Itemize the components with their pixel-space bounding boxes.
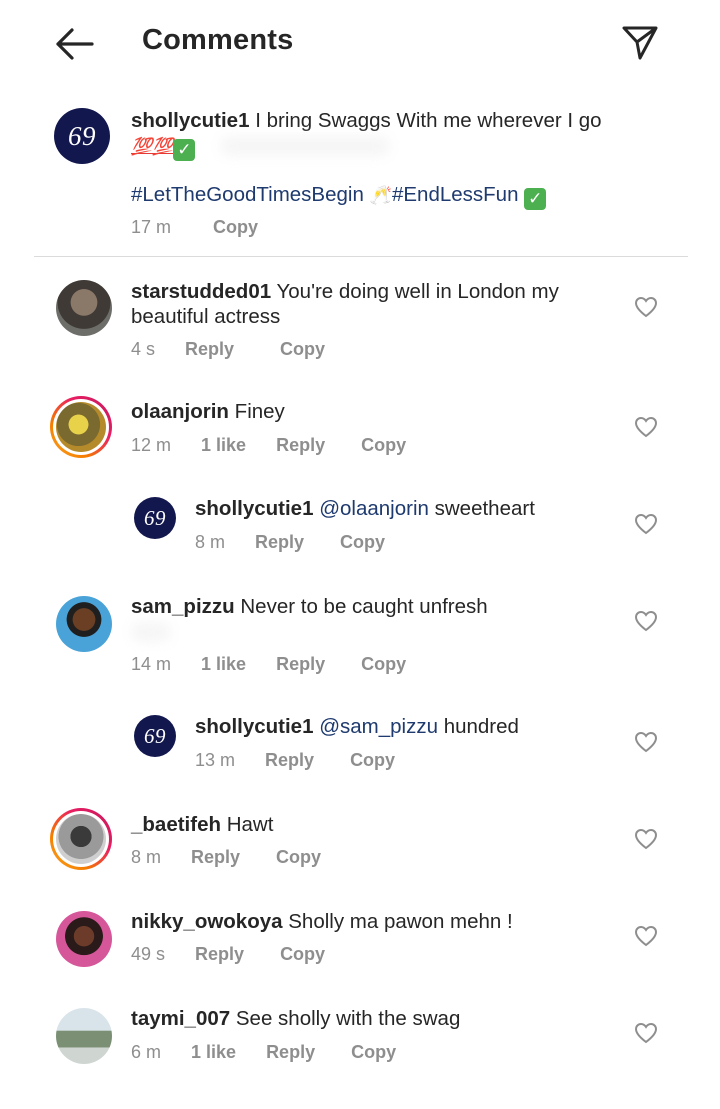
like-count[interactable]: 1 like — [201, 654, 246, 674]
heart-icon[interactable] — [634, 513, 658, 535]
send-direct-icon[interactable] — [620, 24, 660, 62]
like-count[interactable]: 1 like — [191, 1042, 236, 1062]
reply-button[interactable]: Reply — [191, 847, 240, 867]
comment-username[interactable]: shollycutie1 — [195, 497, 314, 520]
back-arrow-icon[interactable] — [52, 26, 96, 62]
avatar[interactable] — [56, 280, 112, 336]
check-mark-icon: ✓ — [524, 188, 547, 210]
comment-username[interactable]: starstudded01 — [131, 280, 271, 303]
timestamp: 13 m — [195, 750, 236, 770]
champagne-icon: 🥂 — [369, 185, 392, 205]
caption-meta: 17 m Copy — [131, 217, 258, 238]
timestamp: 4 s — [131, 339, 156, 359]
comment-username[interactable]: olaanjorin — [131, 400, 229, 423]
hundred-points-icon: 💯💯 — [131, 137, 174, 156]
comment-text: sam_pizzu Never to be caught unfresh — [131, 595, 488, 618]
copy-button[interactable]: Copy — [340, 532, 385, 552]
comment-meta: 8 m Reply Copy — [195, 532, 385, 553]
mention-link[interactable]: @olaanjorin — [319, 497, 429, 520]
comment-text: starstudded01 You're doing well in Londo… — [131, 280, 559, 328]
copy-button[interactable]: Copy — [351, 1042, 396, 1062]
caption-username[interactable]: shollycutie1 — [131, 109, 250, 132]
avatar[interactable] — [56, 596, 112, 652]
copy-button[interactable]: Copy — [361, 435, 406, 455]
timestamp: 14 m — [131, 654, 172, 674]
comment-meta: 49 s Reply Copy — [131, 944, 325, 965]
check-mark-icon: ✓ — [173, 139, 196, 161]
timestamp: 49 s — [131, 944, 166, 964]
timestamp: 12 m — [131, 435, 172, 455]
avatar[interactable]: 69 — [134, 497, 176, 539]
comment-text: olaanjorin Finey — [131, 400, 285, 423]
hashtag-link[interactable]: #LetTheGoodTimesBegin — [131, 183, 364, 206]
avatar[interactable] — [56, 911, 112, 967]
caption-text: shollycutie1 I bring Swaggs With me wher… — [131, 108, 651, 161]
reply-button[interactable]: Reply — [195, 944, 244, 964]
avatar-story-ring[interactable] — [50, 808, 112, 870]
comment-username[interactable]: shollycutie1 — [195, 715, 314, 738]
comment-meta: 6 m 1 like Reply Copy — [131, 1042, 396, 1063]
avatar-story-ring[interactable] — [50, 396, 112, 458]
avatar[interactable]: 69 — [134, 715, 176, 757]
heart-icon[interactable] — [634, 610, 658, 632]
heart-icon[interactable] — [634, 416, 658, 438]
post-caption: 69 shollycutie1 I bring Swaggs With me w… — [0, 100, 720, 256]
divider — [34, 256, 688, 257]
comment-meta: 14 m 1 like Reply Copy — [131, 654, 406, 675]
timestamp: 6 m — [131, 1042, 162, 1062]
comment-text: _baetifeh Hawt — [131, 813, 274, 836]
heart-icon[interactable] — [634, 296, 658, 318]
copy-button[interactable]: Copy — [276, 847, 321, 867]
comment-username[interactable]: sam_pizzu — [131, 595, 235, 618]
timestamp: 17 m — [131, 217, 172, 237]
copy-button[interactable]: Copy — [280, 339, 325, 359]
timestamp: 8 m — [131, 847, 162, 867]
comment-meta: 13 m Reply Copy — [195, 750, 395, 771]
page-title: Comments — [142, 24, 294, 56]
caption-line1: I bring Swaggs With me wherever I go — [255, 109, 602, 132]
heart-icon[interactable] — [634, 925, 658, 947]
heart-icon[interactable] — [634, 828, 658, 850]
comment-meta: 4 s Reply Copy — [131, 339, 325, 360]
avatar — [56, 814, 106, 864]
reply-button[interactable]: Reply — [266, 1042, 315, 1062]
comment-text: nikky_owokoya Sholly ma pawon mehn ! — [131, 910, 513, 933]
avatar[interactable]: 69 — [54, 108, 110, 164]
comment-meta: 12 m 1 like Reply Copy — [131, 435, 406, 456]
comment-text: shollycutie1 @sam_pizzu hundred — [195, 715, 519, 738]
avatar — [56, 402, 106, 452]
timestamp: 8 m — [195, 532, 226, 552]
mention-link[interactable]: @sam_pizzu — [319, 715, 438, 738]
reply-button[interactable]: Reply — [185, 339, 234, 359]
avatar[interactable] — [56, 1008, 112, 1064]
comment-username[interactable]: nikky_owokoya — [131, 910, 283, 933]
comment-username[interactable]: taymi_007 — [131, 1007, 230, 1030]
comment-text: shollycutie1 @olaanjorin sweetheart — [195, 497, 535, 520]
copy-button[interactable]: Copy — [361, 654, 406, 674]
like-count[interactable]: 1 like — [201, 435, 246, 455]
heart-icon[interactable] — [634, 731, 658, 753]
reply-button[interactable]: Reply — [276, 654, 325, 674]
reply-button[interactable]: Reply — [255, 532, 304, 552]
reply-button[interactable]: Reply — [265, 750, 314, 770]
copy-button[interactable]: Copy — [280, 944, 325, 964]
heart-icon[interactable] — [634, 1022, 658, 1044]
comment-username[interactable]: _baetifeh — [131, 813, 221, 836]
comment-meta: 8 m Reply Copy — [131, 847, 321, 868]
hashtag-link[interactable]: #EndLessFun — [392, 183, 519, 206]
top-bar: Comments — [0, 0, 720, 86]
caption-hashtags: #LetTheGoodTimesBegin 🥂#EndLessFun ✓ — [131, 182, 691, 210]
comment-text: taymi_007 See sholly with the swag — [131, 1007, 461, 1030]
copy-button[interactable]: Copy — [213, 217, 258, 237]
reply-button[interactable]: Reply — [276, 435, 325, 455]
copy-button[interactable]: Copy — [350, 750, 395, 770]
